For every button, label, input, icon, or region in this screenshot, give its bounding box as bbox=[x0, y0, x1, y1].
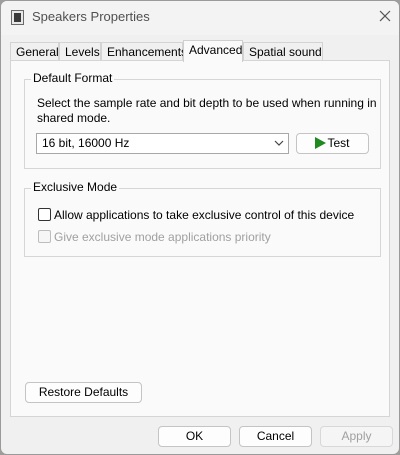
tab-enhancements[interactable]: Enhancements bbox=[101, 42, 187, 60]
test-button-label: Test bbox=[327, 136, 350, 150]
tab-levels[interactable]: Levels bbox=[59, 42, 101, 60]
allow-exclusive-checkbox[interactable] bbox=[38, 208, 51, 221]
speaker-icon bbox=[11, 10, 24, 25]
speakers-properties-dialog: Speakers Properties General Levels Enhan… bbox=[0, 0, 400, 455]
title-bar: Speakers Properties bbox=[1, 1, 399, 35]
exclusive-priority-checkbox[interactable] bbox=[38, 230, 51, 243]
advanced-tab-panel: Default Format Select the sample rate an… bbox=[10, 60, 390, 417]
play-icon bbox=[315, 137, 327, 149]
exclusive-mode-legend: Exclusive Mode bbox=[31, 180, 120, 194]
cancel-button[interactable]: Cancel bbox=[239, 426, 312, 447]
default-format-legend: Default Format bbox=[31, 71, 115, 85]
apply-button[interactable]: Apply bbox=[320, 426, 393, 447]
test-button[interactable]: Test bbox=[296, 133, 369, 154]
restore-defaults-button[interactable]: Restore Defaults bbox=[25, 382, 142, 403]
close-icon[interactable] bbox=[375, 6, 395, 26]
tab-spatial-sound[interactable]: Spatial sound bbox=[243, 42, 323, 60]
chevron-down-icon bbox=[274, 140, 284, 146]
exclusive-mode-group: Exclusive Mode Allow applications to tak… bbox=[24, 180, 381, 257]
default-format-group: Default Format Select the sample rate an… bbox=[24, 71, 381, 169]
exclusive-priority-label: Give exclusive mode applications priorit… bbox=[54, 230, 271, 244]
allow-exclusive-label: Allow applications to take exclusive con… bbox=[54, 208, 355, 222]
window-title: Speakers Properties bbox=[32, 9, 150, 24]
format-dropdown[interactable]: 16 bit, 16000 Hz bbox=[36, 133, 289, 154]
ok-button[interactable]: OK bbox=[158, 426, 231, 447]
default-format-description: Select the sample rate and bit depth to … bbox=[37, 96, 377, 125]
tab-general[interactable]: General bbox=[10, 42, 59, 60]
format-dropdown-value: 16 bit, 16000 Hz bbox=[42, 136, 130, 150]
tab-advanced[interactable]: Advanced bbox=[183, 40, 243, 62]
